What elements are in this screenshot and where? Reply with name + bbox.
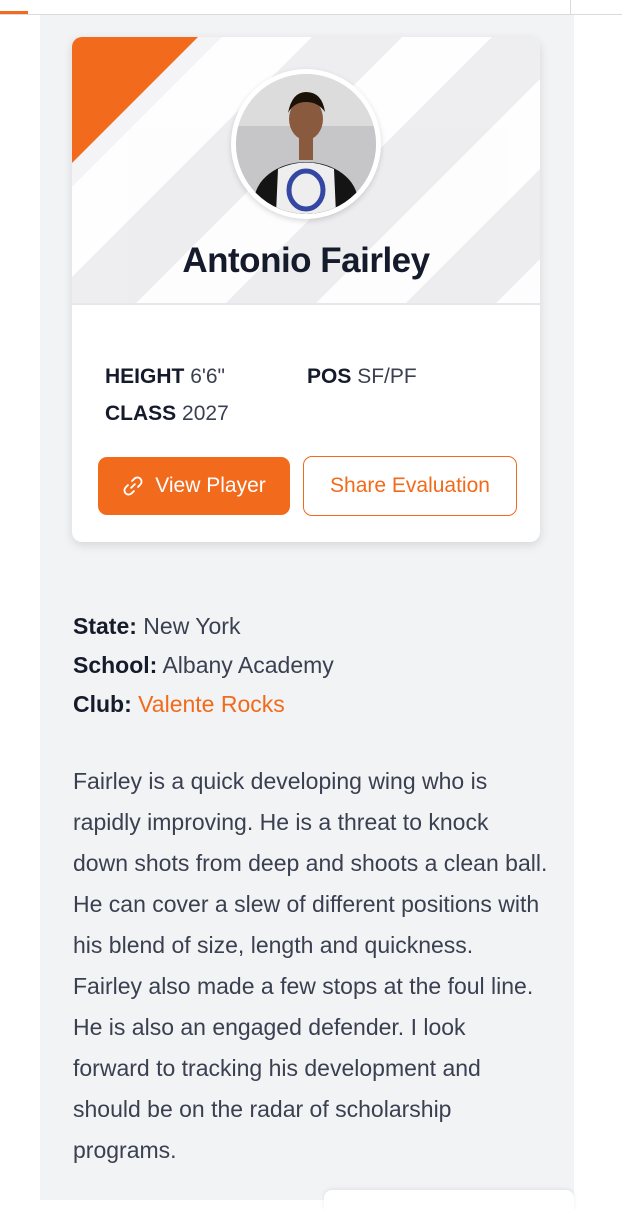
link-icon — [123, 476, 143, 496]
evaluation-text: Fairley is a quick developing wing who i… — [73, 768, 548, 1163]
position-stat: POS SF/PF — [307, 365, 417, 389]
height-stat: HEIGHT 6'6" — [105, 365, 225, 389]
share-evaluation-button[interactable]: Share Evaluation — [303, 456, 517, 516]
club-line: Club: Valente Rocks — [73, 691, 285, 718]
club-label: Club: — [73, 691, 132, 717]
browser-top-bar — [0, 0, 622, 15]
position-label: POS — [307, 365, 352, 388]
player-card: Antonio Fairley HEIGHT 6'6" POS SF/PF CL… — [72, 37, 540, 542]
club-link[interactable]: Valente Rocks — [138, 691, 285, 717]
state-line: State: New York — [73, 613, 240, 640]
state-value: New York — [143, 613, 241, 639]
player-photo — [236, 74, 376, 214]
class-stat: CLASS 2027 — [105, 402, 229, 426]
view-player-label: View Player — [155, 474, 266, 497]
orange-corner-decoration — [72, 37, 198, 163]
class-value: 2027 — [182, 402, 229, 425]
state-label: State: — [73, 613, 137, 639]
bottom-overlay-chip — [324, 1190, 574, 1210]
player-card-header: Antonio Fairley — [72, 37, 540, 305]
player-name: Antonio Fairley — [182, 241, 430, 280]
view-player-button[interactable]: View Player — [98, 457, 290, 515]
school-line: School: Albany Academy — [73, 652, 334, 679]
height-label: HEIGHT — [105, 365, 185, 388]
school-value: Albany Academy — [162, 652, 334, 678]
top-bar-divider — [570, 0, 571, 14]
share-evaluation-label: Share Evaluation — [330, 474, 490, 497]
position-value: SF/PF — [357, 365, 417, 388]
class-label: CLASS — [105, 402, 177, 425]
school-label: School: — [73, 652, 158, 678]
player-avatar — [231, 69, 381, 219]
top-bar-accent — [0, 11, 28, 14]
height-value: 6'6" — [190, 365, 226, 388]
